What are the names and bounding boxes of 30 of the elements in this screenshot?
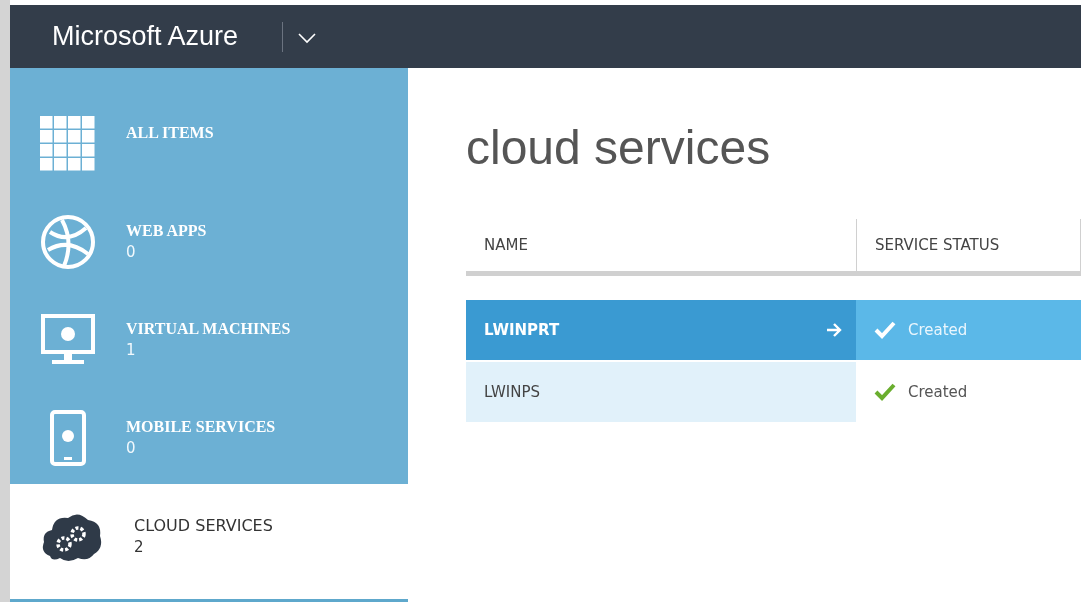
sidebar-item[interactable]: VIRTUAL MACHINES 1 (10, 288, 408, 386)
item-label: CLOUD SERVICES (134, 516, 273, 535)
status-text: Created (908, 383, 968, 401)
grid-icon (40, 116, 96, 172)
item-label: MOBILE SERVICES (126, 418, 276, 436)
sidebar-item[interactable]: MOBILE SERVICES 0 (10, 386, 408, 484)
item-count: 0 (126, 439, 137, 457)
status-text: Created (908, 321, 968, 339)
check-icon (874, 321, 896, 339)
globe-icon (40, 214, 96, 270)
sidebar-item[interactable]: WEB APPS 0 (10, 190, 408, 288)
sidebar-item[interactable]: CLOUD SERVICES 2 (10, 484, 408, 599)
arrow-right-icon[interactable] (826, 323, 842, 337)
item-count: 2 (134, 538, 145, 556)
chevron-down-icon[interactable] (297, 31, 318, 44)
item-label: ALL ITEMS (126, 124, 214, 142)
brand-title: Microsoft Azure (52, 21, 239, 52)
sidebar-item[interactable]: ALL ITEMS (10, 92, 408, 190)
service-name: LWINPS (484, 383, 541, 401)
column-header[interactable]: NAME (466, 219, 856, 271)
table-row[interactable]: LWINPRT Created (466, 300, 1081, 360)
item-label: WEB APPS (126, 222, 207, 240)
item-count: 1 (126, 341, 137, 359)
table-row[interactable]: LWINPS Created (466, 362, 1081, 422)
item-label: VIRTUAL MACHINES (126, 320, 291, 338)
check-icon (874, 383, 896, 401)
page-title: cloud services (466, 120, 772, 175)
service-name: LWINPRT (484, 321, 560, 339)
item-count: 0 (126, 243, 137, 261)
column-header[interactable]: SERVICE STATUS (856, 219, 1081, 271)
